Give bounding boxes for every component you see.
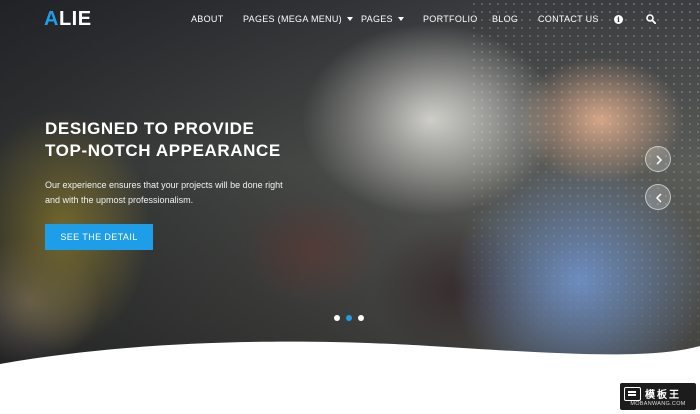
nav-item-portfolio[interactable]: PORTFOLIO: [423, 14, 478, 24]
watermark-url: MOBANWANG.COM: [630, 401, 686, 407]
nav-item-contact-us[interactable]: CONTACT US: [538, 14, 599, 24]
watermark-text: 模板王: [645, 390, 681, 401]
slider-next-button[interactable]: [645, 146, 671, 172]
hero-title-line-2: TOP-NOTCH APPEARANCE: [45, 141, 281, 160]
hero-title: DESIGNED TO PROVIDE TOP-NOTCH APPEARANCE: [45, 118, 345, 162]
scroll-down-chevron-icon[interactable]: [344, 352, 356, 360]
chevron-down-icon: [346, 16, 353, 21]
top-navbar: ALIE ABOUT PAGES (MEGA MENU) PAGES PORTF…: [0, 0, 700, 40]
chevron-left-icon: [655, 193, 662, 203]
info-icon[interactable]: i: [614, 15, 623, 24]
nav-item-blog[interactable]: BLOG: [492, 14, 518, 24]
hero-subtitle: Our experience ensures that your project…: [45, 180, 283, 205]
hero-slider: ALIE ABOUT PAGES (MEGA MENU) PAGES PORTF…: [0, 0, 700, 414]
watermark-logo-icon: [624, 387, 641, 401]
nav-item-pages-mega-menu[interactable]: PAGES (MEGA MENU): [243, 14, 353, 24]
chevron-right-icon: [656, 155, 663, 165]
see-the-detail-button[interactable]: SEE THE DETAIL: [45, 224, 153, 250]
nav-item-pages[interactable]: PAGES: [361, 14, 404, 24]
chevron-down-icon: [397, 16, 404, 21]
watermark-badge: 模板王 MOBANWANG.COM: [620, 383, 696, 410]
hero-title-line-1: DESIGNED TO PROVIDE: [45, 119, 255, 138]
site-logo[interactable]: ALIE: [44, 8, 92, 31]
nav-item-about[interactable]: ABOUT: [191, 14, 224, 24]
search-icon[interactable]: [646, 14, 656, 24]
slider-prev-button[interactable]: [645, 184, 671, 210]
